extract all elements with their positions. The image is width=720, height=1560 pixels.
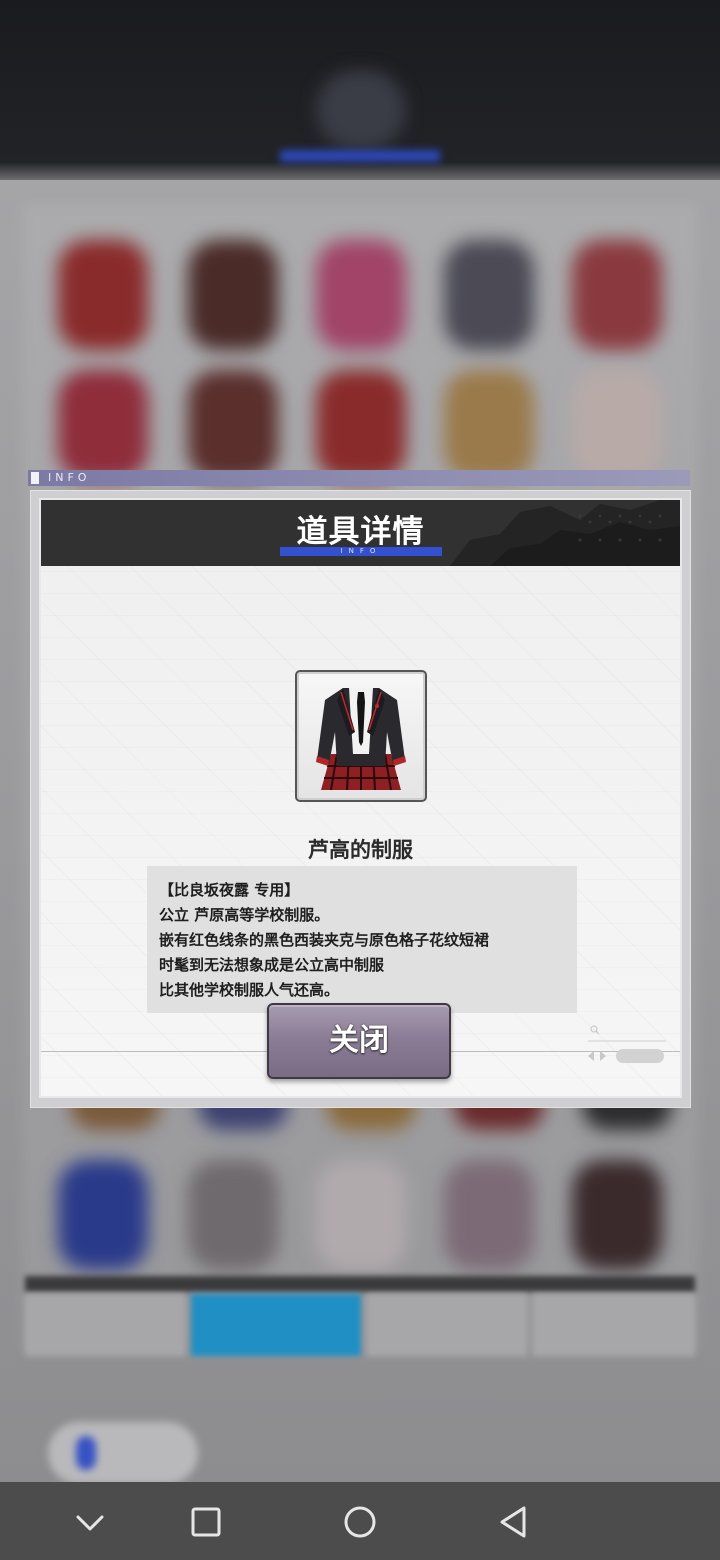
close-button[interactable]: 关闭 [267, 1003, 451, 1079]
background-costume-item [572, 240, 662, 350]
system-navigation-bar [0, 1482, 720, 1560]
description-line: 【比良坂夜露 专用】 [159, 881, 300, 899]
dialog-info-tag: INFO [48, 471, 91, 484]
dialog-title-subtext: INFO [340, 547, 382, 555]
back-triangle-icon[interactable] [490, 1498, 538, 1546]
background-header-bar [280, 150, 440, 162]
background-costume-item [572, 1160, 662, 1270]
description-line: 嵌有红色线条的黑色西装夹克与原色格子花纹短裙 [159, 931, 490, 949]
background-costume-item [58, 240, 148, 350]
background-costume-item [316, 370, 406, 480]
background-costume-item [58, 370, 148, 480]
description-line: 时髦到无法想象成是公立高中制服 [159, 956, 385, 974]
dialog-title: 道具详情 [296, 514, 425, 550]
uniform-icon [295, 670, 427, 802]
dialog-header: 道具详情 INFO [41, 500, 680, 566]
dialog-info-strip: INFO [28, 470, 690, 486]
background-costume-item [444, 1160, 534, 1270]
background-header [0, 0, 720, 180]
background-costume-item [58, 1160, 148, 1270]
home-circle-icon[interactable] [336, 1498, 384, 1546]
background-costume-item [316, 1160, 406, 1270]
background-costume-item [572, 370, 662, 480]
item-description: 【比良坂夜露 专用】 公立 芦原高等学校制服。 嵌有红色线条的黑色西装夹克与原色… [147, 866, 577, 1013]
background-tab-bar [25, 1276, 695, 1356]
description-line: 公立 芦原高等学校制服。 [159, 906, 330, 924]
background-costume-item [316, 240, 406, 350]
close-button-label: 关闭 [329, 1023, 389, 1058]
background-costume-item [444, 240, 534, 350]
chevron-down-icon[interactable] [66, 1498, 114, 1546]
background-costume-item [444, 370, 534, 480]
background-emblem-icon [316, 70, 406, 150]
item-detail-dialog: 道具详情 INFO 芦高的制服 【比良坂夜露 专用】 公立 芦原高等学校制服。 … [39, 498, 682, 1098]
item-name: 芦高的制服 [308, 838, 413, 862]
background-costume-item [188, 240, 278, 350]
background-costume-item [188, 370, 278, 480]
background-chip [48, 1422, 198, 1484]
description-line: 比其他学校制服人气还高。 [159, 981, 340, 999]
corner-decoration-icon [588, 1025, 666, 1063]
background-costume-item [188, 1160, 278, 1270]
recents-square-icon[interactable] [182, 1498, 230, 1546]
